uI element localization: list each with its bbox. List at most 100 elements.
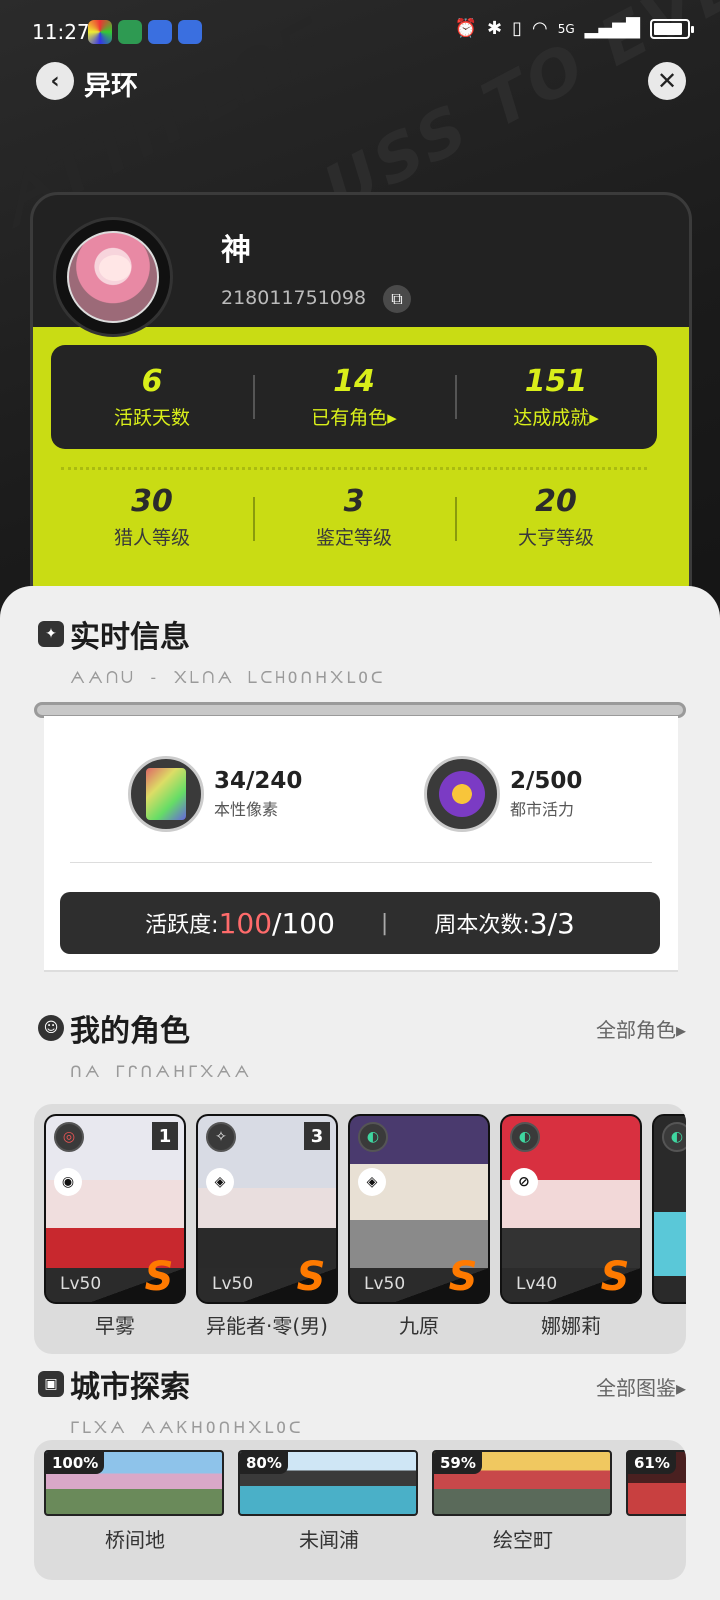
signal-icon: ▂▄▆█ — [584, 18, 640, 39]
role-name: 娜娜莉 — [541, 1314, 601, 1338]
stat-characters[interactable]: 14 已有角色▸ — [253, 345, 455, 449]
city-thumbnail: 80% — [238, 1450, 418, 1516]
role-card[interactable]: ◐ ◈ Lv50 S 九原 — [348, 1114, 490, 1338]
status-bar: 11:27 ⏰ ✱ ▯ ◠ 5G ▂▄▆█ — [0, 0, 720, 64]
stat-label: 达成成就▸ — [513, 407, 599, 429]
role-rank: S — [600, 1254, 630, 1300]
section-title: 实时信息 — [70, 620, 190, 655]
stat-achievements[interactable]: 151 达成成就▸ — [455, 345, 657, 449]
cities-list: 100% 桥间地 80% 未闻浦 59% 绘空町 61% — [34, 1440, 686, 1580]
activity-total: /100 — [272, 906, 335, 940]
city-percent: 80% — [240, 1452, 288, 1474]
role-rank: S — [144, 1254, 174, 1300]
city-card[interactable]: 59% 绘空町 — [432, 1450, 614, 1560]
back-button[interactable]: ‹ — [36, 62, 74, 100]
role-card[interactable]: ◐ ⊘ Lv40 S 娜娜莉 — [500, 1114, 642, 1338]
stat-value: 20 — [535, 484, 577, 519]
copy-uid-button[interactable]: ⧉ — [383, 285, 411, 313]
section-subtitle: ᗅᗅᑎᑌ - ᙭ᒪᑎᗅ ᒪᑕᕼOᑎᕼ᙭ᒪOᑕ — [70, 668, 386, 687]
city-card[interactable]: 100% 桥间地 — [44, 1450, 226, 1560]
stat-value: 14 — [333, 364, 375, 399]
cities-header: ▣ 城市探索 — [38, 1362, 190, 1406]
avatar — [67, 231, 159, 323]
activity-current: 100 — [218, 906, 273, 940]
battery-icon — [650, 18, 694, 39]
role-name: 早雾 — [95, 1314, 135, 1338]
city-thumbnail: 61% — [626, 1450, 686, 1516]
stat-label: 鉴定等级 — [315, 527, 392, 549]
city-name: 未闻浦 — [299, 1528, 359, 1552]
stat-label: 活跃天数 — [113, 407, 190, 429]
vibrate-icon: ▯ — [512, 18, 522, 39]
duplicate-count: 1 — [152, 1122, 178, 1150]
profile-card: 神 218011751098 ⧉ 6 活跃天数 14 已有角色▸ 151 达成成… — [30, 192, 692, 612]
activity-bar: 活跃度: 100/100 | 周本次数: 3/3 — [60, 892, 660, 954]
element-icon: ◐ — [358, 1122, 388, 1152]
alarm-icon: ⏰ — [454, 18, 477, 39]
stat-tycoon-level: 20 大亨等级 — [455, 467, 657, 567]
city-card[interactable]: 80% 未闻浦 — [238, 1450, 420, 1560]
resource-value: 34/240 — [214, 768, 303, 794]
divider — [70, 862, 652, 863]
stat-label: 猎人等级 — [113, 527, 190, 549]
weekly-label: 周本次数: — [434, 913, 530, 938]
user-id: 218011751098 — [221, 287, 367, 309]
realtime-header: ✦ 实时信息 — [38, 612, 190, 656]
back-arrow-icon: ‹ — [50, 68, 60, 94]
stat-appraisal-level: 3 鉴定等级 — [253, 467, 455, 567]
city-percent: 61% — [628, 1452, 676, 1474]
section-title: 城市探索 — [70, 1370, 190, 1405]
browser-notification-icon-2 — [178, 20, 202, 44]
stat-active-days: 6 活跃天数 — [51, 345, 253, 449]
roles-header: ☺ 我的角色 — [38, 1006, 190, 1050]
pixel-card-icon — [128, 756, 204, 832]
avatar-ring[interactable] — [53, 217, 173, 337]
weekly-value: 3/3 — [529, 906, 575, 940]
activity-label: 活跃度: — [145, 913, 219, 938]
resource-vitality: 2/500 都市活力 — [424, 756, 582, 832]
stats-levels: 30 猎人等级 3 鉴定等级 20 大亨等级 — [51, 467, 657, 567]
city-percent: 100% — [46, 1452, 105, 1474]
role-name: 九原 — [399, 1314, 439, 1338]
stat-value: 30 — [131, 484, 173, 519]
lightning-icon — [424, 756, 500, 832]
city-thumbnail: 59% — [432, 1450, 612, 1516]
realtime-card: 34/240 本性像素 2/500 都市活力 活跃度: 100/100 | 周本… — [44, 716, 678, 970]
class-icon: ⊘ — [510, 1168, 538, 1196]
class-icon: ◈ — [358, 1168, 386, 1196]
role-card[interactable]: ✧ ◈ 3 Lv50 S 异能者·零(男) — [196, 1114, 338, 1338]
page-title: 异环 — [84, 71, 138, 102]
city-name: 桥间地 — [105, 1528, 165, 1552]
person-icon: ☺ — [38, 1015, 64, 1041]
city-thumbnail: 100% — [44, 1450, 224, 1516]
activity-separator: | — [380, 910, 389, 936]
copy-icon: ⧉ — [391, 289, 403, 308]
duplicate-count: 3 — [304, 1122, 330, 1150]
close-button[interactable]: ✕ — [648, 62, 686, 100]
all-atlas-link[interactable]: 全部图鉴▸ — [596, 1372, 686, 1401]
app-notification-icon — [88, 20, 112, 44]
stat-hunter-level: 30 猎人等级 — [51, 467, 253, 567]
stat-label: 大亨等级 — [517, 527, 594, 549]
role-card[interactable]: ◎ ◉ 1 Lv50 S 早雾 — [44, 1114, 186, 1338]
wifi-icon: ◠ — [531, 18, 548, 39]
stat-value: 3 — [343, 484, 365, 519]
roles-list: ◎ ◉ 1 Lv50 S 早雾 ✧ ◈ 3 Lv50 S 异能者·零(男) ◐ … — [34, 1104, 686, 1354]
class-icon: ◈ — [206, 1168, 234, 1196]
role-name: 异能者·零(男) — [206, 1314, 328, 1338]
element-icon: ◎ — [54, 1122, 84, 1152]
stats-summary: 6 活跃天数 14 已有角色▸ 151 达成成就▸ — [51, 345, 657, 449]
section-subtitle: ᑎᗅ ᒥᒋᑎᗅᕼᒥ᙭ᗅᗅ — [70, 1062, 253, 1081]
role-rank: S — [296, 1254, 326, 1300]
bluetooth-icon: ✱ — [486, 18, 503, 39]
stat-value: 6 — [141, 364, 163, 399]
city-name: 绘空町 — [493, 1528, 553, 1552]
role-card-partial[interactable]: ◐ — [652, 1114, 686, 1332]
class-icon: ◉ — [54, 1168, 82, 1196]
all-roles-link[interactable]: 全部角色▸ — [596, 1014, 686, 1043]
role-rank: S — [448, 1254, 478, 1300]
element-icon: ✧ — [206, 1122, 236, 1152]
city-card-partial[interactable]: 61% — [626, 1450, 686, 1560]
element-icon: ◐ — [662, 1122, 686, 1152]
browser-notification-icon — [148, 20, 172, 44]
